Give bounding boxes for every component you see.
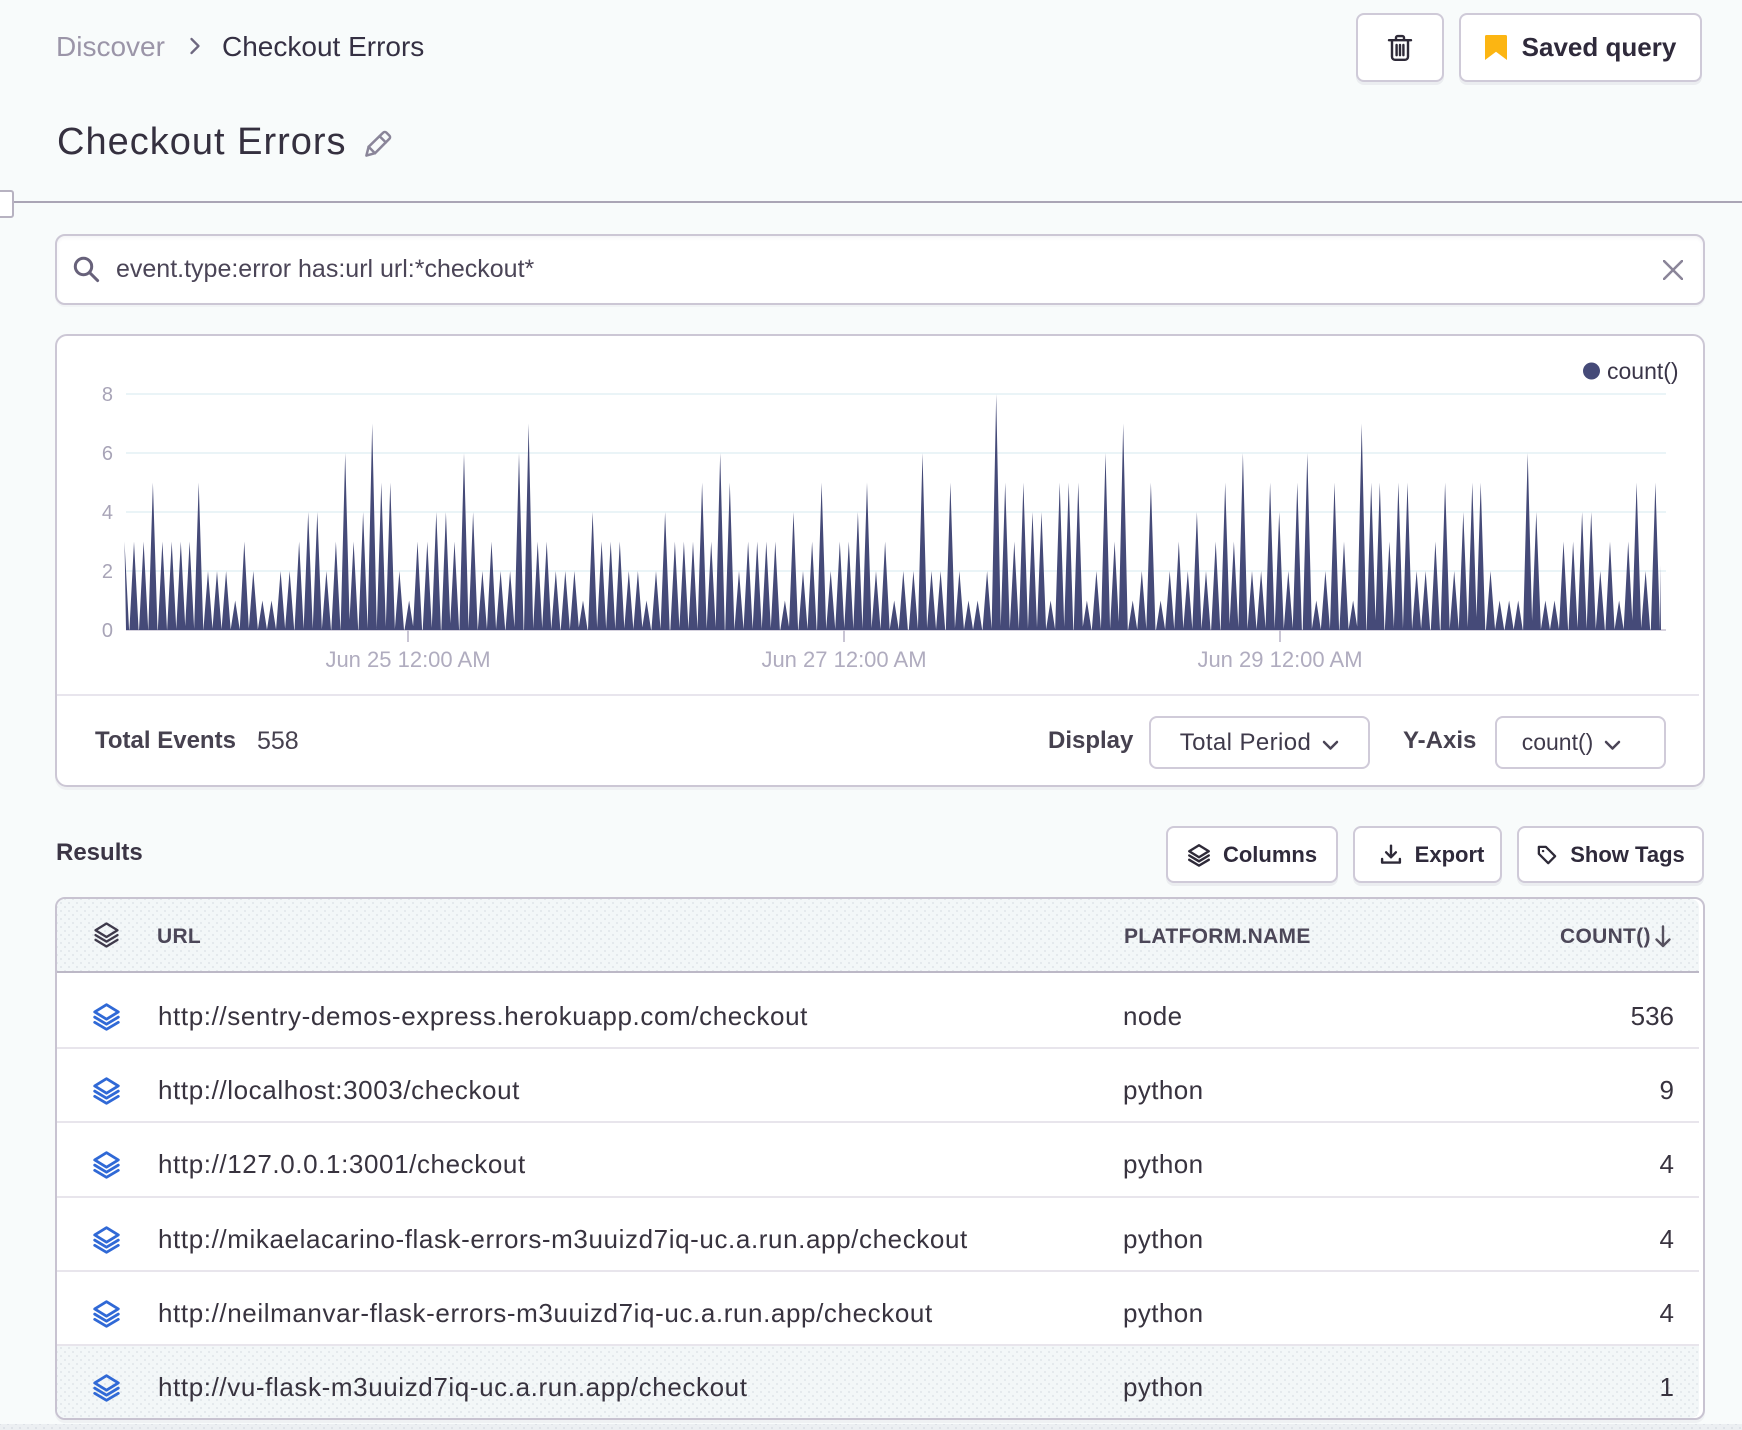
svg-text:8: 8 <box>102 384 113 406</box>
svg-text:count(): count() <box>1607 358 1679 384</box>
svg-text:Jun 27 12:00 AM: Jun 27 12:00 AM <box>761 647 926 672</box>
svg-text:0: 0 <box>102 620 113 642</box>
svg-text:2: 2 <box>102 561 113 583</box>
svg-text:4: 4 <box>102 502 113 524</box>
svg-text:Jun 25 12:00 AM: Jun 25 12:00 AM <box>325 647 490 672</box>
svg-text:Jun 29 12:00 AM: Jun 29 12:00 AM <box>1197 647 1362 672</box>
svg-text:6: 6 <box>102 443 113 465</box>
